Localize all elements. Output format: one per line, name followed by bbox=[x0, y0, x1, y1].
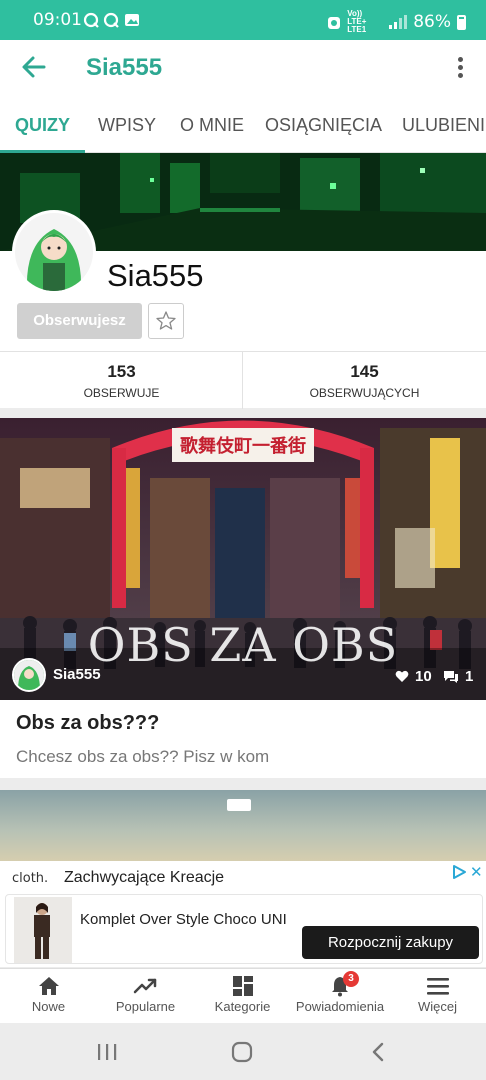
quiz-cover-image[interactable]: 歌舞伎町一番街 OBS ZA OBS Sia555 10 1 bbox=[0, 418, 486, 700]
profile-stats: 153 OBSERWUJE 145 OBSERWUJĄCYCH bbox=[0, 351, 486, 409]
following-button[interactable]: Obserwujesz bbox=[17, 303, 142, 339]
status-time: 09:01 bbox=[33, 10, 82, 30]
image-chip-icon bbox=[227, 799, 251, 811]
tab-osiagniecia[interactable]: OSIĄGNIĘCIA bbox=[265, 115, 382, 136]
home-button-icon[interactable] bbox=[231, 1041, 253, 1063]
ad-cta-button[interactable]: Rozpocznij zakupy bbox=[302, 926, 479, 959]
ad-product-image[interactable] bbox=[14, 897, 72, 963]
stat-following[interactable]: 153 OBSERWUJE bbox=[0, 352, 243, 409]
nav-popularne[interactable]: Popularne bbox=[97, 969, 194, 1024]
nav-nowe-label: Nowe bbox=[31, 999, 66, 1014]
ad-close-icon[interactable]: ✕ bbox=[470, 863, 483, 881]
system-navigation-bar bbox=[0, 1023, 486, 1080]
app-screen: 09:01 Vo)) LTE+ LTE1 86% Sia555 QUIZY WP… bbox=[0, 0, 486, 1080]
hamburger-icon bbox=[426, 978, 449, 995]
ad-headline[interactable]: Zachwycające Kreacje bbox=[64, 869, 224, 887]
quiz-comments: 1 bbox=[443, 668, 473, 685]
back-arrow-icon[interactable] bbox=[20, 52, 48, 82]
sign-text: 歌舞伎町一番街 bbox=[180, 435, 306, 457]
author-avatar-illustration bbox=[14, 660, 44, 690]
overflow-menu-icon[interactable] bbox=[449, 54, 471, 84]
tab-wpisy[interactable]: WPISY bbox=[98, 115, 156, 136]
star-icon bbox=[156, 311, 176, 330]
ad-brand-logo: cloth. bbox=[12, 871, 49, 886]
signal-icon bbox=[389, 15, 408, 29]
nav-kategorie[interactable]: Kategorie bbox=[194, 969, 291, 1024]
comment-icon bbox=[444, 670, 458, 683]
notification-icons bbox=[83, 12, 145, 32]
profile-username: Sia555 bbox=[107, 258, 204, 293]
grid-icon bbox=[232, 976, 253, 996]
back-button-icon[interactable] bbox=[369, 1041, 389, 1063]
stat-following-value: 153 bbox=[107, 362, 136, 381]
likes-count: 10 bbox=[415, 668, 432, 685]
battery-percent: 86% bbox=[413, 12, 451, 32]
nav-wiecej[interactable]: Więcej bbox=[389, 969, 486, 1024]
favorite-button[interactable] bbox=[148, 303, 184, 339]
quiz-likes: 10 bbox=[395, 668, 432, 685]
notification-badge: 3 bbox=[343, 971, 359, 987]
ad-product-box[interactable]: Komplet Over Style Choco UNI Rozpocznij … bbox=[5, 894, 483, 964]
avatar-illustration bbox=[15, 213, 93, 291]
ad-product-name[interactable]: Komplet Over Style Choco UNI bbox=[80, 909, 290, 930]
ad-model-illustration bbox=[14, 897, 72, 963]
notification-app-icons bbox=[83, 12, 139, 28]
stat-followers-label: OBSERWUJĄCYCH bbox=[309, 386, 420, 400]
stat-following-label: OBSERWUJE bbox=[83, 386, 160, 400]
nav-powiadomienia[interactable]: Powiadomienia bbox=[291, 969, 389, 1024]
nav-nowe[interactable]: Nowe bbox=[0, 969, 97, 1024]
heart-icon bbox=[395, 670, 409, 682]
quiz-cover-caption: OBS ZA OBS bbox=[87, 618, 399, 672]
status-right: Vo)) LTE+ LTE1 86% bbox=[327, 10, 466, 34]
nav-kategorie-label: Kategorie bbox=[214, 999, 271, 1014]
alarm-icon bbox=[328, 17, 341, 29]
profile-avatar[interactable] bbox=[12, 210, 96, 294]
home-icon bbox=[38, 977, 59, 995]
quiz-card[interactable]: 歌舞伎町一番街 OBS ZA OBS Sia555 10 1 Obs za ob… bbox=[0, 418, 486, 778]
trending-icon bbox=[133, 978, 156, 994]
profile-card: Sia555 Obserwujesz 153 OBSERWUJE 145 OBS… bbox=[0, 153, 486, 409]
nav-powiadomienia-label: Powiadomienia bbox=[295, 999, 385, 1014]
next-quiz-card[interactable] bbox=[0, 790, 486, 865]
ad-banner[interactable]: cloth. Zachwycające Kreacje ✕ Komplet Ov… bbox=[0, 861, 486, 967]
quiz-title[interactable]: Obs za obs??? bbox=[16, 712, 159, 735]
nav-wiecej-label: Więcej bbox=[417, 999, 457, 1014]
quiz-description: Chcesz obs za obs?? Pisz w kom bbox=[16, 747, 270, 766]
app-bar-title: Sia555 bbox=[86, 54, 163, 81]
stat-followers-value: 145 bbox=[350, 362, 379, 381]
comments-count: 1 bbox=[465, 668, 474, 685]
quiz-author-avatar[interactable] bbox=[12, 658, 46, 692]
stat-followers[interactable]: 145 OBSERWUJĄCYCH bbox=[243, 352, 486, 409]
carrier-label: Vo)) LTE+ LTE1 bbox=[347, 9, 367, 34]
recent-apps-icon[interactable] bbox=[96, 1042, 118, 1062]
tab-ulubieni[interactable]: ULUBIENI bbox=[402, 115, 485, 136]
app-bar: Sia555 bbox=[0, 40, 486, 98]
tab-quizy[interactable]: QUIZY bbox=[15, 115, 70, 136]
tab-o-mnie[interactable]: O MNIE bbox=[180, 115, 244, 136]
status-bar: 09:01 Vo)) LTE+ LTE1 86% bbox=[0, 0, 486, 40]
profile-tabs: QUIZY WPISY O MNIE OSIĄGNIĘCIA ULUBIENI bbox=[0, 98, 486, 153]
nav-popularne-label: Popularne bbox=[115, 999, 176, 1014]
adchoices-icon[interactable] bbox=[451, 864, 467, 880]
bottom-navigation: Nowe Popularne Kategorie Powiadomienia W… bbox=[0, 968, 486, 1023]
quiz-author-name[interactable]: Sia555 bbox=[53, 666, 101, 683]
battery-icon bbox=[457, 14, 466, 30]
